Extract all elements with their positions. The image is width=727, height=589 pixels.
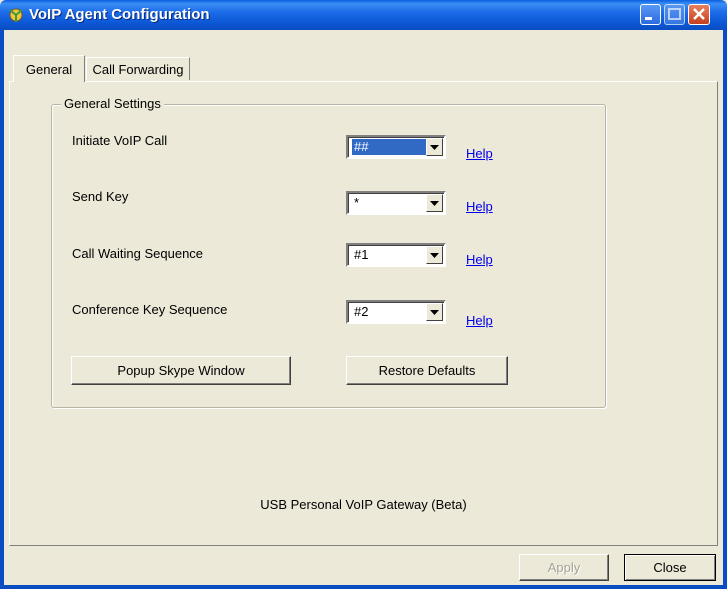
product-name: USB Personal VoIP Gateway (Beta): [260, 497, 467, 512]
close-button[interactable]: Close: [624, 554, 716, 581]
conference-key-sequence-label: Conference Key Sequence: [72, 302, 228, 317]
combo-value: *: [354, 195, 360, 210]
conference-key-sequence-combo[interactable]: #2: [346, 300, 446, 324]
window-title: VoIP Agent Configuration: [29, 6, 210, 23]
minimize-button[interactable]: [640, 4, 661, 25]
close-window-button[interactable]: [688, 4, 710, 25]
initiate-voip-call-combo[interactable]: ##: [346, 135, 446, 159]
minimize-icon: [645, 17, 652, 20]
combo-value: #2: [354, 304, 369, 319]
help-link-call-waiting-sequence[interactable]: Help: [466, 252, 493, 267]
send-key-combo[interactable]: *: [346, 191, 446, 215]
combo-value: ##: [352, 139, 426, 155]
maximize-button[interactable]: [664, 4, 685, 25]
apply-button[interactable]: Apply: [519, 554, 609, 581]
call-waiting-sequence-combo[interactable]: #1: [346, 243, 446, 267]
maximize-icon: [668, 8, 681, 20]
help-link-send-key[interactable]: Help: [466, 199, 493, 214]
dropdown-arrow-icon[interactable]: [426, 138, 443, 156]
restore-defaults-button[interactable]: Restore Defaults: [346, 356, 508, 385]
dropdown-arrow-icon[interactable]: [426, 246, 443, 264]
tab-general[interactable]: General: [13, 55, 85, 82]
app-icon: [7, 6, 25, 24]
group-legend: General Settings: [61, 96, 164, 111]
popup-skype-window-button[interactable]: Popup Skype Window: [71, 356, 291, 385]
close-icon: [693, 8, 705, 20]
combo-value: #1: [354, 247, 369, 262]
dropdown-arrow-icon[interactable]: [426, 194, 443, 212]
title-bar[interactable]: VoIP Agent Configuration: [0, 0, 727, 30]
help-link-initiate-voip-call[interactable]: Help: [466, 146, 493, 161]
initiate-voip-call-label: Initiate VoIP Call: [72, 133, 168, 148]
dropdown-arrow-icon[interactable]: [426, 303, 443, 321]
help-link-conference-key-sequence[interactable]: Help: [466, 313, 493, 328]
send-key-label: Send Key: [72, 189, 129, 204]
window-frame-bottom: [0, 585, 727, 589]
tab-call-forwarding[interactable]: Call Forwarding: [86, 57, 190, 80]
call-waiting-sequence-label: Call Waiting Sequence: [72, 246, 204, 261]
